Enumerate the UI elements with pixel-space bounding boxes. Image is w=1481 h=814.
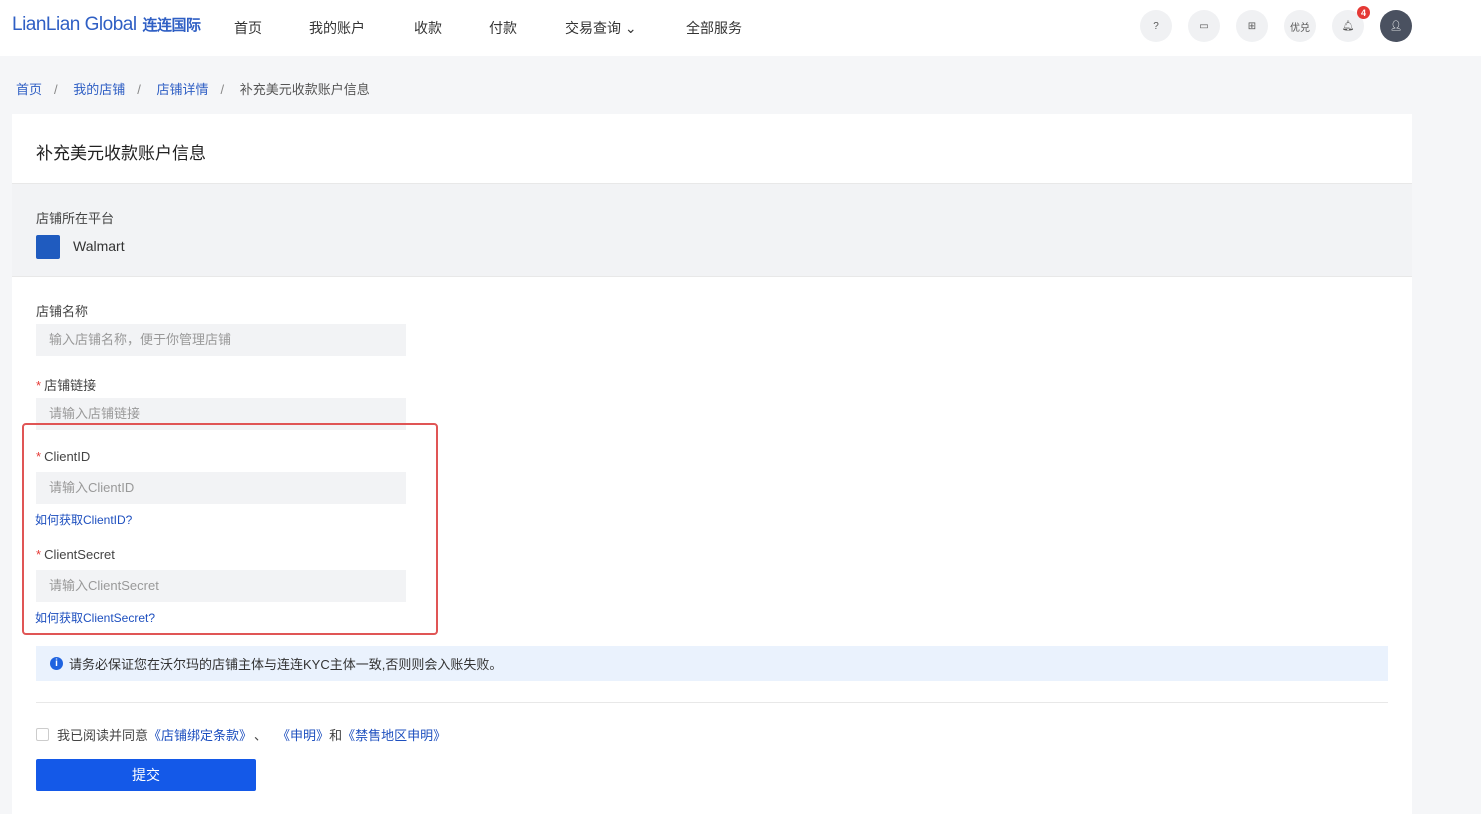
nav-all-services[interactable]: 全部服务 bbox=[686, 18, 742, 38]
page-title: 补充美元收款账户信息 bbox=[36, 144, 206, 163]
breadcrumb: 首页 / 我的店铺 / 店铺详情 / 补充美元收款账户信息 bbox=[16, 82, 370, 97]
platform-section: 店铺所在平台 Walmart bbox=[12, 183, 1412, 277]
nav-transactions-label: 交易查询 bbox=[565, 20, 621, 36]
store-name-label: 店铺名称 bbox=[36, 304, 89, 319]
terms-link[interactable]: 《店铺绑定条款》 bbox=[148, 725, 252, 744]
client-id-help-link[interactable]: 如何获取ClientID? bbox=[35, 511, 132, 528]
submit-button[interactable]: 提交 bbox=[36, 759, 256, 791]
agree-text: 我已阅读并同意 bbox=[57, 728, 149, 743]
redeem-button[interactable]: 优兑 bbox=[1284, 10, 1316, 42]
breadcrumb-my-stores[interactable]: 我的店铺 bbox=[73, 82, 125, 97]
client-secret-input[interactable]: 请输入ClientSecret bbox=[36, 570, 406, 602]
prohibited-regions-link[interactable]: 《禁售地区申明》 bbox=[342, 725, 446, 744]
client-id-input[interactable]: 请输入ClientID bbox=[36, 472, 406, 504]
logo[interactable]: LianLian Global 连连国际 bbox=[12, 14, 201, 36]
store-link-label-text: 店铺链接 bbox=[44, 378, 97, 393]
statement-link[interactable]: 《申明》 bbox=[277, 725, 329, 744]
client-secret-label-text: ClientSecret bbox=[44, 547, 115, 562]
calendar-icon[interactable]: ▭ bbox=[1188, 10, 1220, 42]
chevron-down-icon: ⌄ bbox=[624, 20, 637, 36]
breadcrumb-store-detail[interactable]: 店铺详情 bbox=[157, 82, 209, 97]
nav-home[interactable]: 首页 bbox=[234, 18, 309, 38]
platform-name: Walmart bbox=[73, 238, 125, 254]
client-id-label: * ClientID bbox=[36, 449, 91, 464]
gift-icon[interactable]: ⊞ bbox=[1236, 10, 1268, 42]
logo-en: LianLian Global bbox=[12, 14, 137, 35]
breadcrumb-home[interactable]: 首页 bbox=[16, 82, 42, 97]
notification-badge: 4 bbox=[1357, 6, 1370, 19]
agree-and: 和 bbox=[329, 728, 343, 743]
notice-text: 请务必保证您在沃尔玛的店铺主体与连连KYC主体一致,否则则会入账失败。 bbox=[69, 657, 503, 672]
top-bar: LianLian Global 连连国际 首页 我的账户 收款 付款 交易查询 ⌄… bbox=[0, 0, 1481, 56]
walmart-logo-icon bbox=[36, 235, 60, 259]
help-icon[interactable]: ? bbox=[1140, 10, 1172, 42]
nav-receive[interactable]: 收款 bbox=[414, 18, 489, 38]
nav-account[interactable]: 我的账户 bbox=[309, 18, 414, 38]
nav-pay[interactable]: 付款 bbox=[489, 18, 565, 38]
form-card: 补充美元收款账户信息 店铺所在平台 Walmart 店铺名称 输入店铺名称，便于… bbox=[12, 114, 1412, 814]
agree-separator: 、 bbox=[254, 728, 268, 743]
main-nav: 首页 我的账户 收款 付款 交易查询 ⌄ 全部服务 bbox=[234, 18, 742, 38]
store-link-label: * 店铺链接 bbox=[36, 378, 97, 393]
kyc-notice: i 请务必保证您在沃尔玛的店铺主体与连连KYC主体一致,否则则会入账失败。 bbox=[36, 646, 1388, 681]
agreement: 我已阅读并同意 《店铺绑定条款》 、 《申明》 和 《禁售地区申明》 bbox=[36, 725, 446, 744]
client-secret-help-link[interactable]: 如何获取ClientSecret? bbox=[35, 609, 155, 626]
avatar[interactable]: 👤︎ bbox=[1380, 10, 1412, 42]
breadcrumb-current: 补充美元收款账户信息 bbox=[239, 82, 370, 97]
client-id-label-text: ClientID bbox=[44, 449, 91, 464]
agree-checkbox[interactable] bbox=[36, 728, 49, 741]
platform-label: 店铺所在平台 bbox=[36, 211, 115, 226]
info-icon: i bbox=[50, 657, 63, 670]
bell-icon[interactable]: 🔔︎ 4 bbox=[1332, 6, 1370, 42]
store-name-input[interactable]: 输入店铺名称，便于你管理店铺 bbox=[36, 324, 406, 356]
nav-transactions[interactable]: 交易查询 ⌄ bbox=[565, 18, 686, 38]
divider bbox=[36, 702, 1388, 703]
logo-cn: 连连国际 bbox=[142, 17, 202, 34]
client-secret-label: * ClientSecret bbox=[36, 547, 115, 562]
